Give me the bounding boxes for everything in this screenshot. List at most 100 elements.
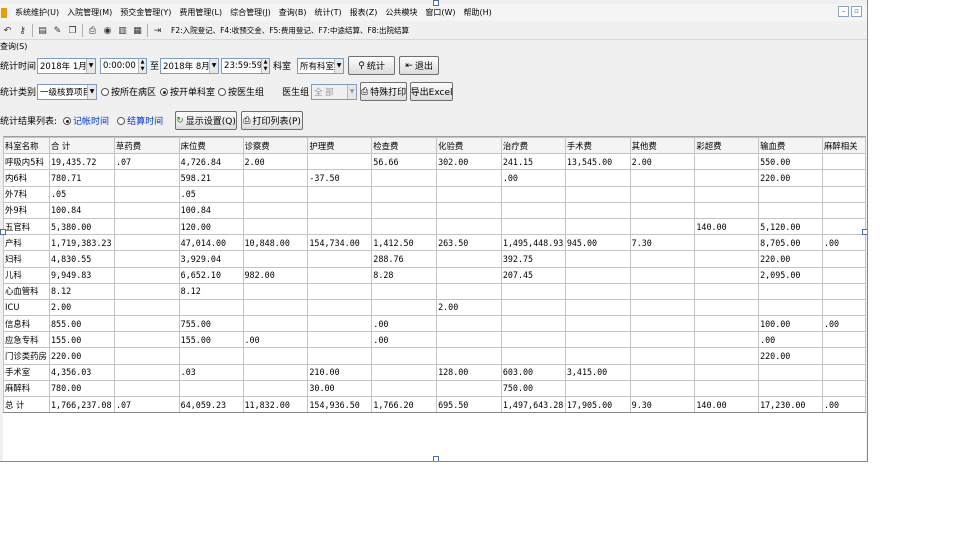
start-time-field[interactable]: 0:00:00 ▲ ▼ xyxy=(100,57,148,74)
print-icon[interactable]: ⎙ xyxy=(87,25,98,36)
special-print-button[interactable]: ⎙ 特殊打印 xyxy=(360,82,408,101)
menu-deposit[interactable]: 预交金管理(Y) xyxy=(116,7,175,18)
menu-query[interactable]: 查询(B) xyxy=(275,7,311,18)
exit-button[interactable]: ⇤ 退出 xyxy=(399,56,440,75)
table-row[interactable]: 心血管科 8.12 8.12 xyxy=(3,282,866,300)
menu-system[interactable]: 系统维护(U) xyxy=(11,7,63,18)
menu-admission[interactable]: 入院管理(M) xyxy=(63,7,116,18)
back-icon[interactable]: ↶ xyxy=(2,25,13,36)
edit-icon[interactable]: ✎ xyxy=(52,25,63,36)
column-header[interactable]: 护理费 xyxy=(307,137,373,155)
key-icon[interactable]: ⚷ xyxy=(17,25,28,36)
spinner-icon[interactable]: ▲ ▼ xyxy=(138,58,147,73)
amount-cell: .05 xyxy=(48,185,115,203)
print-list-button[interactable]: ⎙ 打印列表(P) xyxy=(241,111,304,130)
menu-reports[interactable]: 报表(Z) xyxy=(346,7,382,18)
exit-icon[interactable]: ⇥ xyxy=(152,25,163,36)
amount-cell: .07 xyxy=(113,153,180,171)
binoculars-icon: ⚲ xyxy=(358,60,365,71)
table-row[interactable]: 产科 1,719,383.23 47,014.00 10,848.00 154,734.… xyxy=(3,234,866,252)
restore-icon[interactable]: ▫ xyxy=(851,6,862,17)
amount-cell: 17,905.00 xyxy=(564,395,631,414)
doctor-group-select[interactable]: 全 部 ▼ xyxy=(311,83,358,100)
table-row[interactable]: ICU 2.00 2.00 xyxy=(3,298,866,317)
table-row[interactable]: 门诊类药房 220.00 220.00 xyxy=(3,347,866,365)
result-grid[interactable]: 科室名称合 计草药费 床位费 诊察费 护理费 检查费 化验费 治疗费 手术费 其他费 彩超费 输血费… xyxy=(3,136,866,461)
column-header[interactable]: 输血费 xyxy=(758,137,823,155)
radio-by-doctor-group[interactable]: 按医生组 xyxy=(218,85,264,98)
column-header[interactable]: 床位费 xyxy=(178,137,244,155)
chevron-down-icon[interactable]: ▼ xyxy=(334,58,344,73)
table-row[interactable]: 五官科 5,380.00 120.00 140.00 5,120.00 xyxy=(3,217,866,236)
amount-cell: 8.12 xyxy=(178,282,244,300)
resize-handle[interactable] xyxy=(433,0,439,6)
table-row[interactable]: 外7科 .05.05 xyxy=(3,185,866,203)
amount-cell xyxy=(821,201,866,219)
table-row[interactable]: 儿科 9,949.83 6,652.10 982.00 8.28 207.45 2,095.… xyxy=(3,266,866,284)
export-excel-button[interactable]: 导出Excel xyxy=(410,82,454,101)
amount-cell xyxy=(564,217,631,236)
menu-help[interactable]: 帮助(H) xyxy=(459,7,495,18)
minimize-icon[interactable]: – xyxy=(838,6,849,17)
amount-cell xyxy=(821,331,866,349)
chevron-down-icon[interactable]: ▼ xyxy=(86,58,96,73)
radio-settlement-time[interactable]: 结算时间 xyxy=(117,114,163,127)
menu-general[interactable]: 综合管理(J) xyxy=(226,7,275,18)
copy-icon[interactable]: ❐ xyxy=(67,25,78,36)
show-settings-button[interactable]: ↻ 显示设置(Q) xyxy=(175,111,238,130)
chevron-down-icon[interactable]: ▼ xyxy=(209,58,219,73)
radio-by-ward[interactable]: 按所在病区 xyxy=(101,85,156,98)
start-date-picker[interactable]: 2018年 1月2 ▼ xyxy=(37,57,97,74)
menu-window[interactable]: 窗口(W) xyxy=(421,7,459,18)
amount-cell: 2.00 xyxy=(242,153,309,171)
preview-icon[interactable]: ◉ xyxy=(102,25,113,36)
end-time-field[interactable]: 23:59:59 ▲ ▼ xyxy=(221,57,271,74)
stat-button[interactable]: ⚲ 统计 xyxy=(348,56,396,75)
toolbar-separator xyxy=(32,24,33,37)
column-header[interactable]: 化验费 xyxy=(436,137,502,155)
menu-fees[interactable]: 费用管理(L) xyxy=(175,7,226,18)
column-header[interactable]: 科室名称 xyxy=(3,137,50,155)
column-header[interactable]: 手术费 xyxy=(564,137,631,155)
stat-type-select[interactable]: 一级核算项目 ▼ xyxy=(37,83,98,100)
column-header[interactable]: 麻醉相关 xyxy=(821,137,866,155)
resize-handle[interactable] xyxy=(862,229,867,235)
amount-cell: 128.00 xyxy=(436,363,502,381)
column-header[interactable]: 诊察费 xyxy=(242,137,309,155)
table-row[interactable]: 外9科 100.84 100.84 xyxy=(3,201,866,219)
chevron-down-icon[interactable]: ▼ xyxy=(87,84,97,99)
column-header[interactable]: 草药费 xyxy=(113,137,180,155)
radio-posting-time[interactable]: 记帐时间 xyxy=(63,114,109,127)
table-row[interactable]: 应急专科 155.00 155.00.00.00.00 xyxy=(3,331,866,349)
total-row[interactable]: 总 计 1,766,237.08.07 64,059.23 11,832.00 154,… xyxy=(3,395,866,414)
table-row[interactable]: 内6科 780.71 598.21 -37.50 .00 220.00 xyxy=(3,169,866,187)
end-date-picker[interactable]: 2018年 8月2 ▼ xyxy=(160,57,220,74)
chevron-down-icon[interactable]: ▼ xyxy=(347,84,357,99)
resize-handle[interactable] xyxy=(0,229,6,235)
amount-cell xyxy=(436,217,502,236)
table-row[interactable]: 呼吸内5科 19,435.72.07 4,726.84 2.00 56.66 302.00… xyxy=(3,153,866,171)
column-header[interactable]: 彩超费 xyxy=(694,137,760,155)
report-icon[interactable]: ▥ xyxy=(117,25,128,36)
radio-selected-icon xyxy=(63,116,72,125)
table-row[interactable]: 手术室 4,356.03 .03 210.00 128.00 603.00 3,415.00 xyxy=(3,363,866,381)
radio-by-ordering-dept[interactable]: 按开单科室 xyxy=(160,85,215,98)
column-header[interactable]: 其他费 xyxy=(629,137,696,155)
spinner-icon[interactable]: ▲ ▼ xyxy=(261,58,270,73)
menu-public[interactable]: 公共模块 xyxy=(381,7,421,18)
dept-name-cell: 手术室 xyxy=(3,363,50,381)
table-row[interactable]: 麻醉科 780.00 30.00 750.00 xyxy=(3,379,866,398)
document-icon[interactable]: ▤ xyxy=(37,25,48,36)
amount-cell: 140.00 xyxy=(694,217,760,236)
column-header[interactable]: 合 计 xyxy=(48,137,115,155)
resize-handle[interactable] xyxy=(433,456,439,461)
column-header[interactable]: 检查费 xyxy=(371,137,438,155)
column-header[interactable]: 治疗费 xyxy=(500,137,566,155)
amount-cell: 2.00 xyxy=(629,153,696,171)
radio-circle-icon xyxy=(101,87,110,96)
menu-statistics[interactable]: 统计(T) xyxy=(310,7,345,18)
form-icon[interactable]: ▦ xyxy=(132,25,143,36)
table-row[interactable]: 妇科 4,830.55 3,929.04 288.76 392.75 220.00 xyxy=(3,250,866,268)
dept-select[interactable]: 所有科室 ▼ xyxy=(297,57,345,74)
table-row[interactable]: 信息科 855.00 755.00.00 100.00.00 xyxy=(3,315,866,333)
